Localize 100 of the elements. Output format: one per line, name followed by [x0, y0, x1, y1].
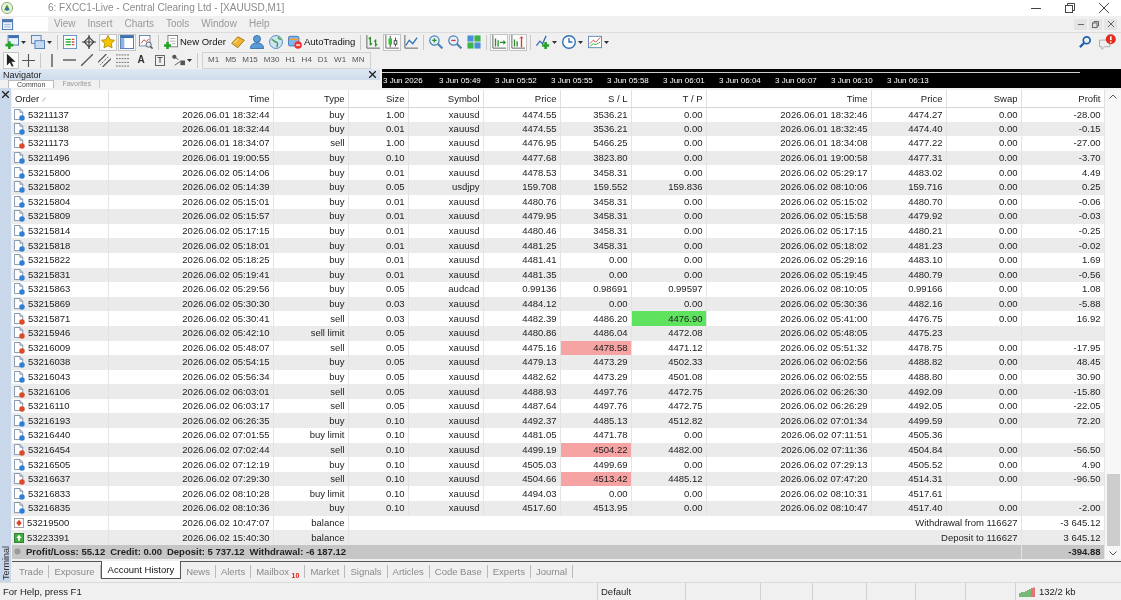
- table-cell: 53211138: [28, 122, 69, 135]
- table-cell: 3458.31: [560, 165, 631, 180]
- table-cell: 4476.95: [483, 136, 560, 151]
- table-cell: 4497.76: [560, 384, 631, 399]
- table-cell: 53215871: [28, 312, 71, 325]
- table-cell: 2026.06.02 07:29:13: [706, 457, 871, 472]
- column-header[interactable]: Time: [706, 90, 871, 107]
- timeframe-button[interactable]: W1: [331, 54, 350, 66]
- timeframe-button[interactable]: H1: [282, 54, 299, 66]
- timeframe-button[interactable]: M1: [205, 54, 223, 66]
- window-title: 6: FXCC1-Live - Central Clearing Ltd - [XAUUSD,M1]: [48, 2, 285, 14]
- column-header[interactable]: T / P: [631, 90, 706, 107]
- minimize-icon: [1077, 23, 1084, 25]
- timeframe-button[interactable]: M5: [222, 54, 240, 66]
- timeframe-button[interactable]: D1: [314, 54, 332, 66]
- table-cell: 0.10: [348, 428, 408, 443]
- chart-window-icon: [588, 35, 603, 49]
- toolbar-button[interactable]: [80, 33, 98, 51]
- close-button[interactable]: [1104, 18, 1117, 30]
- app-logo-icon: [1, 2, 13, 14]
- chevron-up-icon[interactable]: [1109, 94, 1117, 99]
- table-cell: 2026.06.02 08:10:28: [108, 486, 273, 502]
- timeframe-button[interactable]: M15: [239, 54, 261, 66]
- timeframe-button[interactable]: M30: [260, 54, 283, 66]
- column-header[interactable]: Symbol: [408, 90, 483, 107]
- chevron-down-icon[interactable]: [1109, 551, 1117, 556]
- table-cell: 0.00: [946, 413, 1021, 429]
- toolbar-button[interactable]: [79, 51, 95, 69]
- table-cell: buy: [273, 282, 348, 297]
- close-icon[interactable]: [369, 71, 376, 78]
- column-header[interactable]: Type: [273, 90, 348, 107]
- table-cell: 4479.13: [483, 355, 560, 370]
- restore-button[interactable]: [1089, 18, 1102, 30]
- table-cell: 53216038: [28, 356, 71, 369]
- axis-label: 3 Jun 06:04: [719, 76, 762, 86]
- search-icon[interactable]: [1079, 36, 1091, 48]
- axis-label: 3 Jun 06:01: [663, 76, 706, 86]
- restore-icon: [1092, 20, 1099, 28]
- table-cell: -27.00: [1021, 136, 1104, 151]
- chat-alert-icon[interactable]: [1099, 34, 1116, 50]
- column-header[interactable]: Order: [12, 90, 108, 107]
- table-cell: 4517.60: [483, 501, 560, 516]
- table-cell: 5466.25: [560, 136, 631, 151]
- table-cell: -0.03: [1021, 209, 1104, 224]
- windows-icon: [31, 35, 45, 49]
- table-cell: 53215800: [28, 166, 71, 179]
- new-order-button[interactable]: New Order: [162, 33, 228, 51]
- summary-text: Credit: 0.00: [110, 545, 162, 558]
- text-label-button[interactable]: T: [151, 51, 169, 69]
- column-header[interactable]: Time: [108, 90, 273, 107]
- table-cell: 0.00: [631, 165, 706, 180]
- toolbar-button[interactable]: [3, 51, 19, 69]
- table-cell: 53219500: [27, 516, 70, 529]
- column-header[interactable]: S / L: [560, 90, 631, 107]
- toolbar-button[interactable]: [20, 51, 37, 69]
- table-cell: 0.00: [631, 457, 706, 472]
- column-header[interactable]: Profit: [1021, 90, 1104, 107]
- minimize-button[interactable]: [1074, 18, 1087, 30]
- table-cell: buy: [273, 457, 348, 472]
- table-cell: 2026.06.02 05:15:58: [706, 209, 871, 224]
- table-cell: 0.10: [348, 413, 408, 429]
- axis-label: 3 Jun 05:49: [439, 76, 482, 86]
- table-cell: 53216106: [28, 385, 71, 398]
- axis-label: 3 Jun 06:07: [775, 76, 818, 86]
- vertical-line-icon: [51, 53, 53, 67]
- table-cell: 4478.53: [483, 165, 560, 180]
- table-cell: 0.01: [348, 238, 408, 253]
- scrollbar-thumb[interactable]: [1106, 474, 1120, 546]
- axis-label: 3 Jun 05:58: [607, 76, 650, 86]
- table-cell: buy: [273, 355, 348, 370]
- table-cell: 53215809: [28, 210, 71, 223]
- text-tool-button[interactable]: A: [132, 51, 150, 69]
- table-cell: 4481.23: [871, 238, 946, 253]
- table-cell: 4.90: [1021, 457, 1104, 472]
- column-header[interactable]: Price: [483, 90, 560, 107]
- caret-icon: [187, 58, 192, 62]
- grid-icon: [467, 35, 482, 49]
- table-cell: 0.00: [946, 136, 1021, 151]
- column-header[interactable]: Size: [348, 90, 408, 107]
- table-cell: 3 645.12: [1021, 530, 1104, 545]
- axis-label: 3 Jun 06:13: [887, 76, 930, 86]
- autotrading-button[interactable]: AutoTrading: [285, 33, 358, 51]
- timeframe-button[interactable]: H4: [298, 54, 315, 66]
- table-cell: 4479.95: [483, 209, 560, 224]
- table-cell: 4.49: [1021, 165, 1104, 180]
- table-cell: 53216110: [28, 400, 70, 413]
- table-cell: -0.02: [1021, 238, 1104, 253]
- table-cell: balance: [273, 530, 348, 545]
- line-chart-icon: [404, 35, 419, 49]
- tab[interactable]: Account History: [100, 561, 182, 579]
- column-header[interactable]: Price: [871, 90, 946, 107]
- column-header[interactable]: Swap: [946, 90, 1021, 107]
- summary-text: Profit/Loss: 55.12: [26, 545, 106, 558]
- table-cell: 4488.82: [871, 355, 946, 370]
- timeframe-button[interactable]: MN: [349, 54, 368, 66]
- close-icon[interactable]: [2, 91, 9, 98]
- cursor-icon: [6, 53, 16, 67]
- panel-window-icon: [120, 35, 134, 49]
- table-cell: 53215822: [28, 254, 71, 267]
- summary-text: Deposit: 5 737.12: [166, 545, 245, 558]
